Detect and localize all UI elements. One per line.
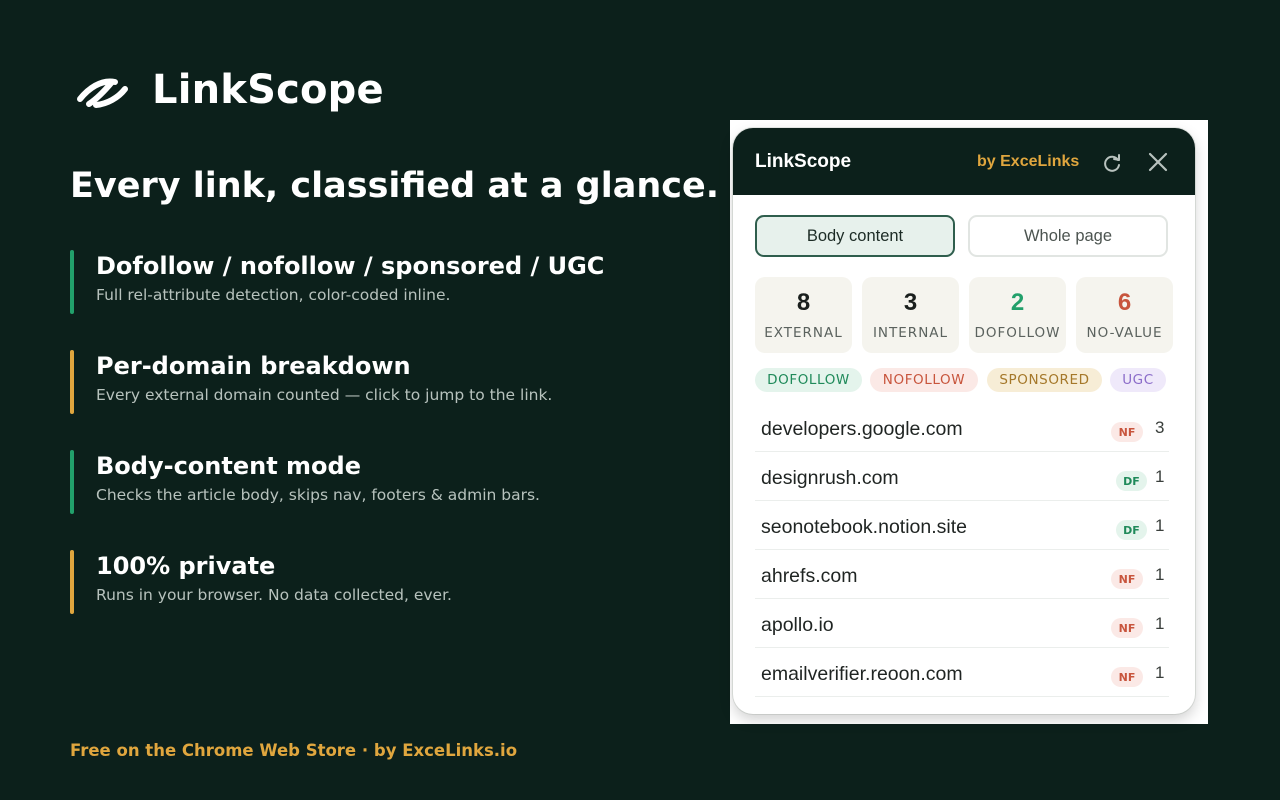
rel-badge: NF bbox=[1111, 569, 1143, 589]
feature-title: Per-domain breakdown bbox=[96, 352, 411, 380]
stat-value: 6 bbox=[1117, 289, 1132, 316]
footer-cta: Free on the Chrome Web Store · by ExceLi… bbox=[70, 741, 518, 760]
feature-desc: Full rel-attribute detection, color-code… bbox=[96, 286, 451, 304]
tab-body-content[interactable]: Body content bbox=[755, 215, 955, 257]
stat-internal: 3 INTERNAL bbox=[862, 277, 959, 353]
feature-accent-bar bbox=[70, 350, 74, 414]
feature-desc: Runs in your browser. No data collected,… bbox=[96, 586, 452, 604]
feature-accent-bar bbox=[70, 450, 74, 514]
link-count: 1 bbox=[1155, 565, 1165, 584]
domain-name: developers.google.com bbox=[761, 418, 963, 440]
feature-title: 100% private bbox=[96, 552, 276, 580]
stat-label: EXTERNAL bbox=[764, 325, 843, 341]
tab-label: Whole page bbox=[1023, 226, 1113, 245]
stat-dofollow: 2 DOFOLLOW bbox=[969, 277, 1066, 353]
feature-item: Per-domain breakdown Every external doma… bbox=[70, 350, 690, 414]
feature-accent-bar bbox=[70, 550, 74, 614]
stat-external: 8 EXTERNAL bbox=[755, 277, 852, 353]
link-swoosh-icon bbox=[77, 78, 128, 108]
stat-value: 3 bbox=[903, 289, 918, 316]
domain-name: apollo.io bbox=[761, 614, 834, 636]
feature-title: Dofollow / nofollow / sponsored / UGC bbox=[96, 252, 605, 280]
feature-item: 100% private Runs in your browser. No da… bbox=[70, 550, 690, 614]
stat-label: NO-VALUE bbox=[1086, 325, 1163, 341]
close-icon[interactable] bbox=[1146, 150, 1170, 174]
domain-name: ahrefs.com bbox=[761, 565, 858, 587]
rel-badge: DF bbox=[1116, 520, 1147, 540]
stat-label: DOFOLLOW bbox=[974, 325, 1061, 341]
legend-pill-dofollow: DOFOLLOW bbox=[755, 368, 862, 392]
brand-name: LinkScope bbox=[152, 67, 384, 113]
link-count: 1 bbox=[1155, 663, 1165, 682]
domain-row[interactable]: developers.google.com NF 3 bbox=[755, 403, 1169, 452]
brand: LinkScope bbox=[74, 62, 384, 118]
domain-row[interactable]: designrush.com DF 1 bbox=[755, 452, 1169, 501]
domain-row[interactable]: seonotebook.notion.site DF 1 bbox=[755, 501, 1169, 550]
rel-badge: NF bbox=[1111, 667, 1143, 687]
extension-popup: LinkScope by ExceLinks Body content Whol… bbox=[733, 128, 1195, 714]
legend-pill-ugc: UGC bbox=[1110, 368, 1166, 392]
feature-list: Dofollow / nofollow / sponsored / UGC Fu… bbox=[70, 250, 690, 650]
stat-value: 8 bbox=[796, 289, 811, 316]
link-count: 1 bbox=[1155, 516, 1165, 535]
link-count: 3 bbox=[1155, 418, 1165, 437]
domain-row[interactable]: apollo.io NF 1 bbox=[755, 599, 1169, 648]
popup-header: LinkScope by ExceLinks bbox=[733, 128, 1195, 195]
feature-item: Body-content mode Checks the article bod… bbox=[70, 450, 690, 514]
rel-badge: DF bbox=[1116, 471, 1147, 491]
feature-desc: Checks the article body, skips nav, foot… bbox=[96, 486, 540, 504]
link-count: 1 bbox=[1155, 467, 1165, 486]
rel-badge: NF bbox=[1111, 618, 1143, 638]
tab-whole-page[interactable]: Whole page bbox=[968, 215, 1168, 257]
link-count: 1 bbox=[1155, 614, 1165, 633]
domain-name: emailverifier.reoon.com bbox=[761, 663, 963, 685]
feature-item: Dofollow / nofollow / sponsored / UGC Fu… bbox=[70, 250, 690, 314]
rel-badge: NF bbox=[1111, 422, 1143, 442]
stat-value: 2 bbox=[1010, 289, 1025, 316]
legend-pill-nofollow: NOFOLLOW bbox=[870, 368, 978, 392]
feature-desc: Every external domain counted — click to… bbox=[96, 386, 553, 404]
domain-list: developers.google.com NF 3 designrush.co… bbox=[755, 403, 1169, 697]
legend-pill-sponsored: SPONSORED bbox=[987, 368, 1102, 392]
refresh-icon[interactable] bbox=[1101, 152, 1123, 174]
popup-title: LinkScope bbox=[755, 151, 852, 172]
domain-row[interactable]: ahrefs.com NF 1 bbox=[755, 550, 1169, 599]
domain-row[interactable]: emailverifier.reoon.com NF 1 bbox=[755, 648, 1169, 697]
headline: Every link, classified at a glance. bbox=[70, 166, 720, 206]
popup-by-link[interactable]: by ExceLinks bbox=[977, 153, 1079, 171]
feature-accent-bar bbox=[70, 250, 74, 314]
feature-title: Body-content mode bbox=[96, 452, 361, 480]
tab-label: Body content bbox=[806, 226, 904, 245]
domain-name: seonotebook.notion.site bbox=[761, 516, 967, 538]
stat-no-value: 6 NO-VALUE bbox=[1076, 277, 1173, 353]
stat-label: INTERNAL bbox=[872, 325, 949, 341]
popup-screenshot-frame: LinkScope by ExceLinks Body content Whol… bbox=[730, 120, 1208, 724]
domain-name: designrush.com bbox=[761, 467, 899, 489]
